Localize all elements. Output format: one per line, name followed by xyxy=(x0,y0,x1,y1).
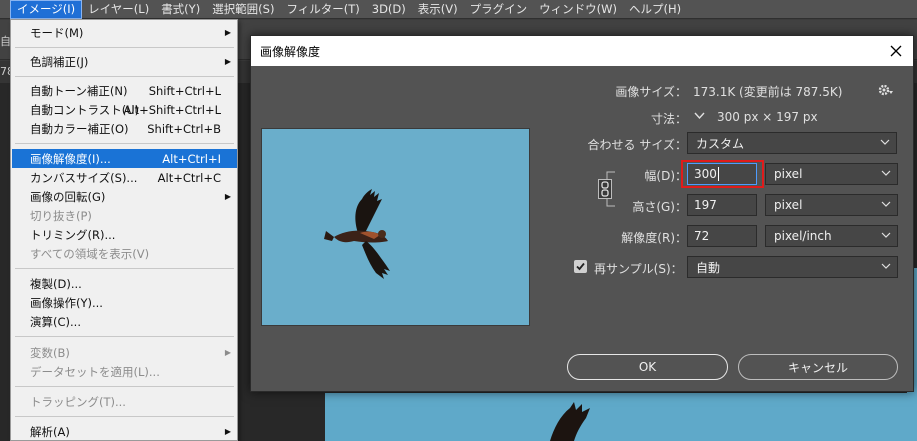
menu-bar: イメージ(I) レイヤー(L) 書式(Y) 選択範囲(S) フィルター(T) 3… xyxy=(0,0,917,19)
image-size-value: 173.1K (変更前は 787.5K) xyxy=(693,85,843,99)
submenu-arrow-icon: ▶ xyxy=(224,348,231,357)
menu-item-auto-contrast[interactable]: 自動コントラスト(U) Alt+Shift+Ctrl+L xyxy=(12,100,237,119)
cancel-button[interactable]: キャンセル xyxy=(738,354,898,380)
image-size-label: 画像サイズ： xyxy=(615,85,687,99)
menu-filter[interactable]: フィルター(T) xyxy=(280,0,365,19)
dimensions-label: 寸法： xyxy=(650,112,687,126)
menu-item-auto-tone[interactable]: 自動トーン補正(N) Shift+Ctrl+L xyxy=(12,81,237,100)
dialog-titlebar[interactable]: 画像解像度 xyxy=(251,36,913,66)
submenu-arrow-icon: ▶ xyxy=(224,28,231,37)
options-fragment: 自 xyxy=(0,35,11,48)
ok-button[interactable]: OK xyxy=(567,354,728,380)
chevron-down-icon xyxy=(881,201,891,207)
menu-separator xyxy=(15,47,234,48)
resolution-input[interactable]: 72 xyxy=(687,225,757,247)
menu-separator xyxy=(15,386,234,387)
menu-item-image-size[interactable]: 画像解像度(I)... Alt+Ctrl+I xyxy=(12,149,237,168)
chevron-down-icon xyxy=(881,232,891,238)
fit-to-label: 合わせる サイズ： xyxy=(587,138,687,152)
resample-label: 再サンプル(S)： xyxy=(594,262,683,276)
menu-item-mode[interactable]: モード(M) ▶ xyxy=(12,23,237,42)
menu-item-trim[interactable]: トリミング(R)... xyxy=(12,225,237,244)
chevron-down-icon[interactable] xyxy=(693,110,706,122)
width-unit-select[interactable]: pixel xyxy=(765,163,898,185)
image-preview[interactable] xyxy=(261,128,530,326)
image-menu-dropdown: モード(M) ▶ 色調補正(J) ▶ 自動トーン補正(N) Shift+Ctrl… xyxy=(10,19,238,441)
menu-plugins[interactable]: プラグイン xyxy=(464,0,534,19)
image-size-dialog: 画像解像度 画像サイズ： 173.1K (変更前は 787.5K) 寸法： 30… xyxy=(250,35,914,392)
menu-separator xyxy=(15,268,234,269)
height-label: 高さ(G)： xyxy=(632,200,687,214)
menu-item-analysis[interactable]: 解析(A) ▶ xyxy=(12,422,237,441)
bird-image xyxy=(324,189,390,279)
menu-item-apply-dataset[interactable]: データセットを適用(L)... xyxy=(12,362,237,381)
menu-item-duplicate[interactable]: 複製(D)... xyxy=(12,274,237,293)
menu-item-reveal-all[interactable]: すべての領域を表示(V) xyxy=(12,244,237,263)
chevron-down-icon xyxy=(880,139,890,145)
dialog-title: 画像解像度 xyxy=(260,44,321,59)
close-icon[interactable] xyxy=(887,42,905,60)
submenu-arrow-icon: ▶ xyxy=(224,192,231,201)
menu-window[interactable]: ウィンドウ(W) xyxy=(533,0,623,19)
resample-select[interactable]: 自動 xyxy=(687,256,898,278)
checkmark-icon xyxy=(576,262,585,271)
height-unit-select[interactable]: pixel xyxy=(765,194,898,216)
tab-fragment: 78 xyxy=(0,65,14,78)
annotation-highlight xyxy=(681,160,764,188)
gear-icon[interactable] xyxy=(878,83,894,97)
resolution-label: 解像度(R)： xyxy=(621,231,687,245)
resample-checkbox[interactable] xyxy=(574,260,587,273)
menu-separator xyxy=(15,416,234,417)
menu-item-auto-color[interactable]: 自動カラー補正(O) Shift+Ctrl+B xyxy=(12,119,237,138)
menu-help[interactable]: ヘルプ(H) xyxy=(623,0,687,19)
menu-item-crop[interactable]: 切り抜き(P) xyxy=(12,206,237,225)
chevron-down-icon xyxy=(881,263,891,269)
menu-select[interactable]: 選択範囲(S) xyxy=(206,0,280,19)
submenu-arrow-icon: ▶ xyxy=(224,427,231,436)
menu-view[interactable]: 表示(V) xyxy=(412,0,464,19)
menu-item-adjustments[interactable]: 色調補正(J) ▶ xyxy=(12,52,237,71)
submenu-arrow-icon: ▶ xyxy=(224,57,231,66)
menu-separator xyxy=(15,336,234,337)
menu-image[interactable]: イメージ(I) xyxy=(10,0,83,19)
menu-item-apply-image[interactable]: 画像操作(Y)... xyxy=(12,293,237,312)
menu-item-canvas-size[interactable]: カンバスサイズ(S)... Alt+Ctrl+C xyxy=(12,168,237,187)
height-input[interactable]: 197 xyxy=(687,194,757,216)
dimensions-value: 300 px × 197 px xyxy=(717,110,818,124)
chevron-down-icon xyxy=(881,170,891,176)
menu-item-variables[interactable]: 変数(B) ▶ xyxy=(12,343,237,362)
menu-type[interactable]: 書式(Y) xyxy=(155,0,206,19)
menu-item-image-rotation[interactable]: 画像の回転(G) ▶ xyxy=(12,187,237,206)
document-canvas[interactable] xyxy=(325,393,917,441)
menu-separator xyxy=(15,76,234,77)
menu-layer[interactable]: レイヤー(L) xyxy=(82,0,155,19)
menu-3d[interactable]: 3D(D) xyxy=(366,0,412,19)
menu-item-calculations[interactable]: 演算(C)... xyxy=(12,312,237,331)
menu-item-trap[interactable]: トラッピング(T)... xyxy=(12,392,237,411)
canvas-bird-image xyxy=(550,402,590,441)
resolution-unit-select[interactable]: pixel/inch xyxy=(765,225,898,247)
fit-to-select[interactable]: カスタム xyxy=(687,132,897,154)
width-label: 幅(D)： xyxy=(644,169,687,183)
menu-separator xyxy=(15,143,234,144)
